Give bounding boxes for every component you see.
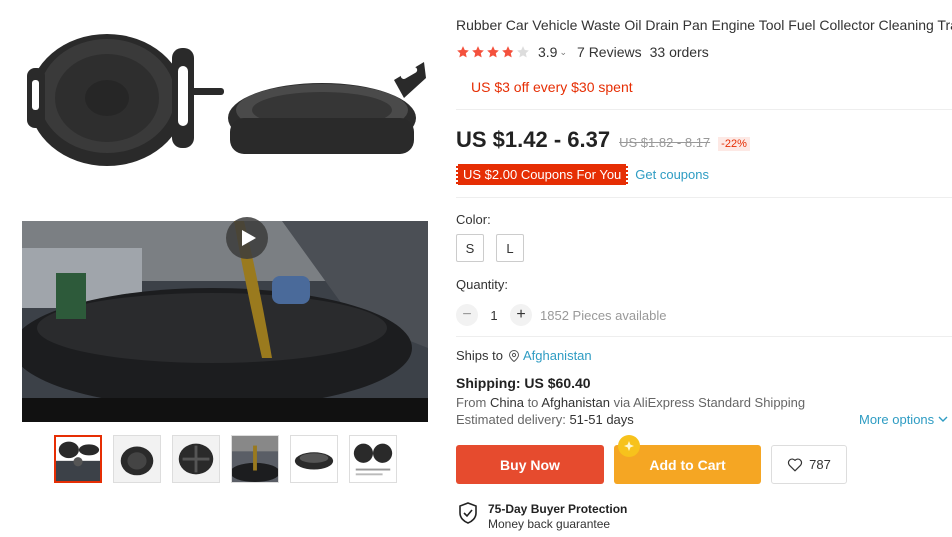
quantity-increase-button[interactable]: +: [510, 304, 532, 326]
price-row: US $1.42 - 6.37 US $1.82 - 8.17 -22%: [456, 127, 750, 153]
sku-option-s[interactable]: S: [456, 234, 484, 262]
ships-to-row: Ships to Afghanistan: [456, 348, 592, 363]
via-label: via: [613, 395, 631, 410]
estimated-delivery: Estimated delivery: 51-51 days: [456, 412, 634, 427]
shipping-method: AliExpress Standard Shipping: [633, 395, 806, 410]
to-label: to: [527, 395, 539, 410]
divider: [456, 197, 952, 198]
main-product-image[interactable]: [22, 18, 428, 422]
shipping-price: Shipping: US $60.40: [456, 375, 591, 391]
quantity-decrease-button[interactable]: −: [456, 304, 478, 326]
star-icon: [457, 46, 469, 58]
coin-icon: [618, 435, 640, 457]
wishlist-count: 787: [809, 457, 831, 472]
product-title: Rubber Car Vehicle Waste Oil Drain Pan E…: [456, 17, 952, 33]
product-photo: [22, 18, 428, 422]
add-to-cart-label: Add to Cart: [649, 456, 726, 473]
thumbnail-6[interactable]: [349, 435, 397, 483]
from-label: From: [456, 395, 487, 410]
ship-from: China: [489, 395, 524, 410]
star-rating[interactable]: [456, 45, 530, 59]
protection-subtitle: Money back guarantee: [488, 517, 611, 531]
current-price: US $1.42 - 6.37: [456, 127, 611, 152]
buyer-protection: 75-Day Buyer Protection Money back guara…: [458, 502, 627, 531]
coupon-row: US $2.00 Coupons For You Get coupons: [453, 164, 709, 185]
rating-value: 3.9: [538, 44, 558, 60]
sku-options: S L: [456, 234, 524, 262]
shield-check-icon: [459, 502, 477, 524]
star-icon: [502, 46, 514, 58]
delivery-value: 51-51 days: [569, 412, 634, 427]
delivery-label: Estimated delivery:: [456, 412, 566, 427]
star-icon: [517, 46, 529, 58]
ship-to: Afghanistan: [541, 395, 610, 410]
product-page: Rubber Car Vehicle Waste Oil Drain Pan E…: [0, 0, 952, 537]
action-buttons: Buy Now Add to Cart 787: [456, 435, 847, 484]
original-price: US $1.82 - 8.17: [619, 135, 711, 150]
more-options-link[interactable]: More options: [859, 412, 948, 427]
star-icon: [487, 46, 499, 58]
buy-now-button[interactable]: Buy Now: [456, 445, 604, 484]
chevron-down-icon: [938, 416, 948, 422]
protection-text: 75-Day Buyer Protection Money back guara…: [488, 502, 627, 531]
color-label: Color:: [456, 212, 491, 227]
sku-option-l[interactable]: L: [496, 234, 524, 262]
divider: [456, 109, 952, 110]
more-options-label: More options: [859, 412, 935, 427]
star-icon: [472, 46, 484, 58]
thumbnail-1[interactable]: [54, 435, 102, 483]
chevron-down-icon[interactable]: ⌄: [559, 47, 567, 58]
thumbnail-2[interactable]: [113, 435, 161, 483]
discount-badge: -22%: [718, 137, 750, 151]
reviews-link[interactable]: 7 Reviews: [577, 44, 642, 60]
ships-to-country-link[interactable]: Afghanistan: [523, 348, 592, 363]
thumbnail-strip: [54, 435, 397, 483]
protection-title: 75-Day Buyer Protection: [488, 502, 628, 516]
rating-row: 3.9 ⌄ 7 Reviews 33 orders: [456, 44, 709, 60]
coupon-badge[interactable]: US $2.00 Coupons For You: [453, 164, 631, 185]
wishlist-button[interactable]: 787: [771, 445, 847, 484]
divider: [456, 336, 952, 337]
play-video-button[interactable]: [226, 217, 268, 259]
shipping-route: From China to Afghanistan via AliExpress…: [456, 395, 805, 410]
quantity-available: 1852 Pieces available: [540, 307, 667, 323]
play-icon: [242, 230, 256, 246]
thumbnail-4[interactable]: [231, 435, 279, 483]
get-coupons-link[interactable]: Get coupons: [635, 167, 709, 182]
orders-count: 33 orders: [649, 44, 709, 60]
heart-icon: [788, 458, 803, 472]
location-pin-icon: [508, 349, 519, 362]
thumbnail-3[interactable]: [172, 435, 220, 483]
add-to-cart-button[interactable]: Add to Cart: [614, 435, 761, 484]
thumbnail-5[interactable]: [290, 435, 338, 483]
ships-to-label: Ships to: [456, 348, 503, 363]
quantity-stepper: − 1 + 1852 Pieces available: [456, 304, 666, 326]
store-promotion[interactable]: US $3 off every $30 spent: [471, 79, 633, 95]
quantity-input[interactable]: 1: [478, 308, 510, 323]
quantity-label: Quantity:: [456, 277, 509, 292]
